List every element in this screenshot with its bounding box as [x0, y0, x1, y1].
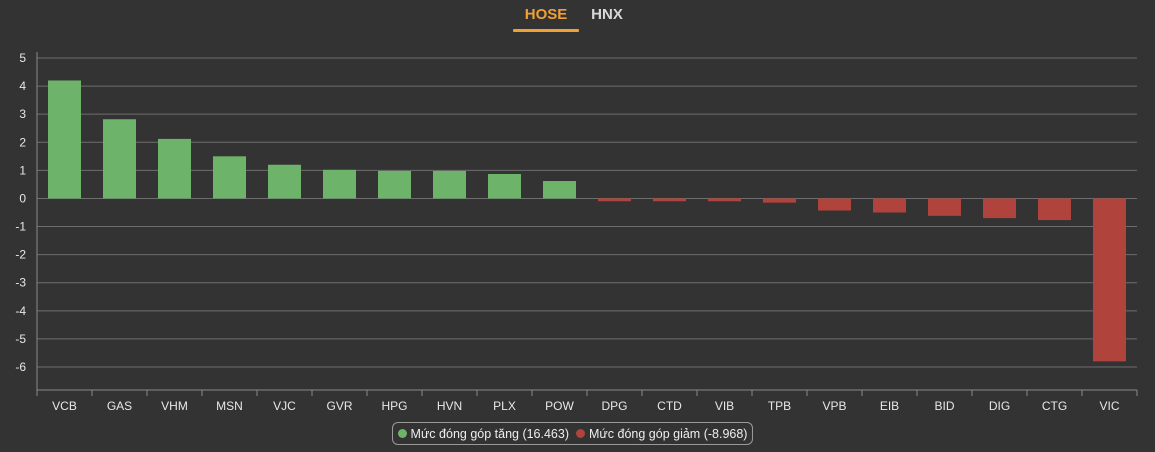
x-tick-label: GAS	[107, 399, 132, 413]
x-tick-label: DIG	[989, 399, 1010, 413]
bar-ctd	[653, 198, 686, 202]
x-tick-label: TPB	[768, 399, 791, 413]
y-tick-label: -3	[15, 276, 26, 290]
bar-vjc	[268, 164, 301, 199]
bar-msn	[213, 156, 246, 199]
bar-pow	[543, 181, 576, 199]
x-tick-label: PLX	[493, 399, 516, 413]
bar-ctg	[1038, 198, 1071, 221]
y-tick-label: 3	[19, 107, 26, 121]
legend-item-positive[interactable]: Mức đóng góp tăng (16.463)	[397, 426, 570, 441]
y-tick-label: 2	[19, 135, 26, 149]
x-tick-label: GVR	[326, 399, 352, 413]
x-tick-label: VIC	[1099, 399, 1119, 413]
bar-vib	[708, 198, 741, 202]
y-tick-label: -2	[15, 248, 26, 262]
x-tick-label: VIB	[715, 399, 734, 413]
bar-tpb	[763, 198, 796, 203]
bar-vpb	[818, 198, 851, 211]
bar-gas	[103, 119, 136, 199]
y-tick-label: 0	[19, 191, 26, 205]
x-tick-label: VCB	[52, 399, 77, 413]
bar-vic	[1093, 198, 1126, 362]
x-tick-label: CTG	[1042, 399, 1067, 413]
x-tick-label: VJC	[273, 399, 296, 413]
bar-plx	[488, 174, 521, 199]
chart-legend: Mức đóng góp tăng (16.463) Mức đóng góp …	[392, 422, 753, 445]
bar-dpg	[598, 198, 631, 202]
legend-item-negative[interactable]: Mức đóng góp giảm (-8.968)	[576, 427, 747, 441]
legend-positive-label: Mức đóng góp tăng (16.463)	[410, 426, 570, 441]
bar-vhm	[158, 138, 191, 199]
bar-vcb	[48, 80, 81, 199]
x-tick-label: BID	[934, 399, 954, 413]
x-tick-label: HPG	[381, 399, 407, 413]
y-tick-label: -6	[15, 360, 26, 374]
legend-negative-label: Mức đóng góp giảm (-8.968)	[589, 426, 748, 441]
x-tick-label: DPG	[601, 399, 627, 413]
bar-eib	[873, 198, 906, 213]
bar-hvn	[433, 170, 466, 199]
x-tick-label: VPB	[822, 399, 846, 413]
x-tick-label: CTD	[657, 399, 682, 413]
x-tick-label: MSN	[216, 399, 243, 413]
negative-dot-icon	[576, 429, 586, 438]
y-tick-label: -1	[15, 220, 26, 234]
x-tick-label: VHM	[161, 399, 188, 413]
y-tick-label: -5	[15, 332, 26, 346]
x-tick-label: EIB	[880, 399, 899, 413]
x-tick-label: HVN	[437, 399, 462, 413]
y-tick-label: 4	[19, 79, 26, 93]
bar-gvr	[323, 169, 356, 199]
contribution-bar-chart: 5 4 3 2 1 0 -1 -2 -3 -4 -5 -6 VCB GAS VHM MSN VJC GVR HPG H…	[15, 51, 1138, 413]
bar-hpg	[378, 170, 411, 199]
bar-bid	[928, 198, 961, 216]
bar-dig	[983, 198, 1016, 219]
x-tick-label: POW	[545, 399, 574, 413]
y-tick-label: 1	[19, 163, 26, 177]
y-tick-label: -4	[15, 304, 26, 318]
y-tick-label: 5	[19, 51, 26, 65]
positive-dot-icon	[397, 429, 407, 438]
